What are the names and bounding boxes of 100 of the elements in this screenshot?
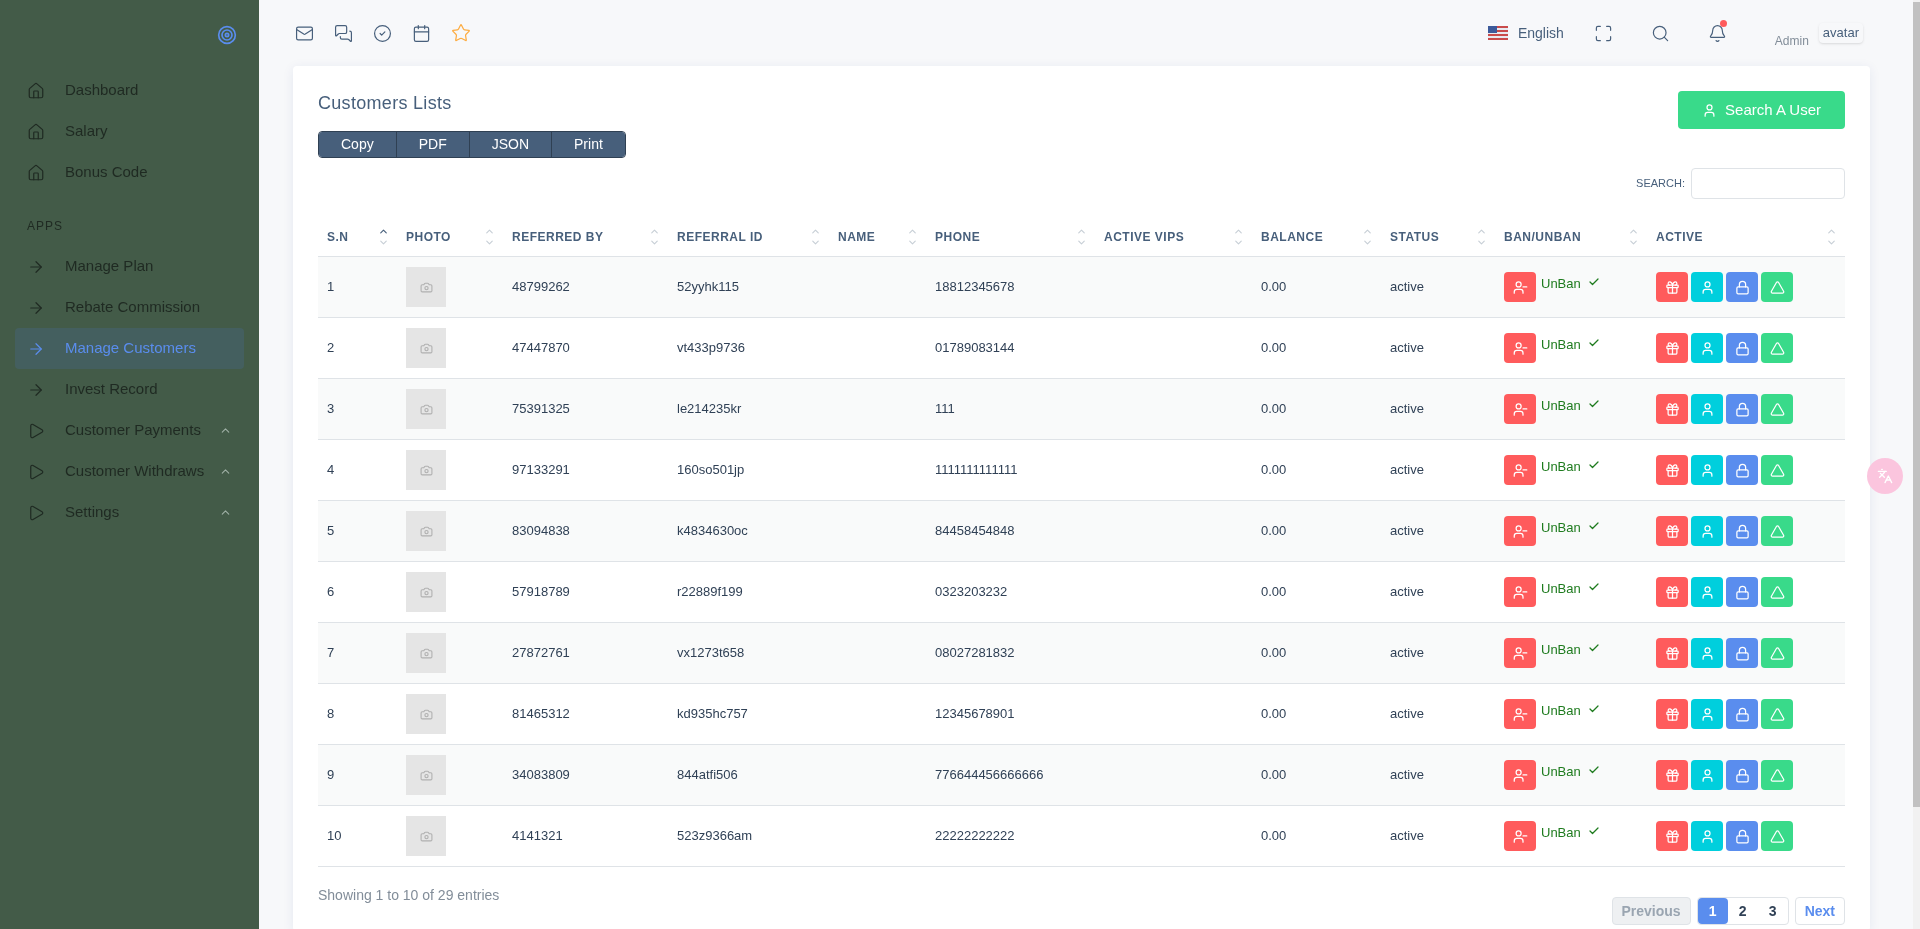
user-button[interactable] (1691, 455, 1723, 485)
table-cell: 0.00 (1261, 767, 1287, 783)
gift-button[interactable] (1656, 760, 1688, 790)
user-button[interactable] (1691, 272, 1723, 302)
unban-label[interactable]: UnBan (1541, 762, 1581, 782)
unban-label[interactable]: UnBan (1541, 396, 1581, 416)
user-button[interactable] (1691, 577, 1723, 607)
unban-label[interactable]: UnBan (1541, 457, 1581, 477)
unban-label[interactable]: UnBan (1541, 335, 1581, 355)
fullscreen-icon[interactable] (1593, 23, 1613, 43)
column-header[interactable]: ACTIVE VIPS (1104, 227, 1185, 246)
chat-icon[interactable] (334, 23, 353, 43)
star-icon[interactable] (451, 23, 471, 43)
ban-button[interactable] (1504, 699, 1536, 729)
page-button[interactable]: 2 (1727, 898, 1758, 924)
unban-label[interactable]: UnBan (1541, 579, 1581, 599)
ban-button[interactable] (1504, 394, 1536, 424)
unban-label[interactable]: UnBan (1541, 640, 1581, 660)
user-button[interactable] (1691, 821, 1723, 851)
column-header[interactable]: PHOTO (406, 227, 451, 246)
gift-button[interactable] (1656, 699, 1688, 729)
column-header[interactable]: BAN/UNBAN (1504, 227, 1582, 246)
triangle-button[interactable] (1761, 821, 1793, 851)
gift-button[interactable] (1656, 272, 1688, 302)
column-header[interactable]: ACTIVE (1656, 227, 1703, 246)
lock-button[interactable] (1726, 333, 1758, 363)
ban-button[interactable] (1504, 638, 1536, 668)
lock-button[interactable] (1726, 272, 1758, 302)
lock-button[interactable] (1726, 516, 1758, 546)
triangle-button[interactable] (1761, 272, 1793, 302)
search-icon[interactable] (1650, 23, 1670, 43)
page-button[interactable]: 3 (1757, 898, 1788, 924)
triangle-icon (1769, 584, 1785, 600)
triangle-button[interactable] (1761, 516, 1793, 546)
lock-button[interactable] (1726, 760, 1758, 790)
page-button[interactable]: 1 (1697, 898, 1728, 924)
target-icon[interactable] (217, 25, 237, 45)
avatar-image[interactable]: avatar (1818, 23, 1863, 43)
unban-label[interactable]: UnBan (1541, 518, 1581, 538)
lock-button[interactable] (1726, 821, 1758, 851)
column-header[interactable]: REFERRAL ID (677, 227, 763, 246)
triangle-button[interactable] (1761, 638, 1793, 668)
gift-button[interactable] (1656, 333, 1688, 363)
export-button[interactable]: JSON (468, 132, 552, 157)
ban-button[interactable] (1504, 577, 1536, 607)
search-field[interactable] (1691, 168, 1845, 199)
table-cell: 9 (327, 767, 335, 783)
user-button[interactable] (1691, 638, 1723, 668)
lock-button[interactable] (1726, 455, 1758, 485)
user-minus-icon (1512, 828, 1528, 844)
ban-button[interactable] (1504, 516, 1536, 546)
gift-button[interactable] (1656, 455, 1688, 485)
lock-button[interactable] (1726, 638, 1758, 668)
lock-button[interactable] (1726, 394, 1758, 424)
ban-button[interactable] (1504, 821, 1536, 851)
column-header[interactable]: STATUS (1390, 227, 1440, 246)
triangle-button[interactable] (1761, 333, 1793, 363)
unban-label[interactable]: UnBan (1541, 823, 1581, 843)
lock-button[interactable] (1726, 577, 1758, 607)
triangle-button[interactable] (1761, 455, 1793, 485)
column-header[interactable]: NAME (838, 227, 876, 246)
gift-button[interactable] (1656, 577, 1688, 607)
language-selector[interactable]: English (1517, 22, 1564, 44)
bell-icon[interactable] (1707, 23, 1727, 43)
unban-label[interactable]: UnBan (1541, 701, 1581, 721)
lock-button[interactable] (1726, 699, 1758, 729)
user-button[interactable] (1691, 699, 1723, 729)
column-header[interactable]: BALANCE (1261, 227, 1324, 246)
triangle-button[interactable] (1761, 577, 1793, 607)
ban-button[interactable] (1504, 272, 1536, 302)
table-cell: 844atfi506 (677, 767, 738, 783)
unban-label[interactable]: UnBan (1541, 274, 1581, 294)
export-button[interactable]: PDF (395, 132, 469, 157)
gift-button[interactable] (1656, 394, 1688, 424)
gift-button[interactable] (1656, 638, 1688, 668)
user-button[interactable] (1691, 333, 1723, 363)
check-circle-icon[interactable] (373, 23, 392, 43)
column-header[interactable]: PHONE (935, 227, 981, 246)
check-icon (1587, 764, 1600, 776)
user-button[interactable] (1691, 760, 1723, 790)
ban-button[interactable] (1504, 760, 1536, 790)
ban-button[interactable] (1504, 333, 1536, 363)
scrollbar[interactable] (1913, 0, 1920, 929)
gift-icon (1664, 340, 1680, 356)
column-header[interactable]: S.N (327, 227, 349, 246)
gift-button[interactable] (1656, 821, 1688, 851)
triangle-button[interactable] (1761, 699, 1793, 729)
export-button[interactable]: Print (551, 132, 625, 157)
calendar-icon[interactable] (412, 23, 431, 43)
lock-icon (1734, 828, 1750, 844)
triangle-button[interactable] (1761, 394, 1793, 424)
next-button[interactable]: Next (1794, 897, 1845, 925)
triangle-button[interactable] (1761, 760, 1793, 790)
translate-icon[interactable] (1867, 458, 1903, 494)
ban-button[interactable] (1504, 455, 1536, 485)
user-button[interactable] (1691, 516, 1723, 546)
export-button[interactable]: Copy (319, 132, 396, 157)
user-button[interactable] (1691, 394, 1723, 424)
column-header[interactable]: REFERRED BY (512, 227, 604, 246)
gift-button[interactable] (1656, 516, 1688, 546)
